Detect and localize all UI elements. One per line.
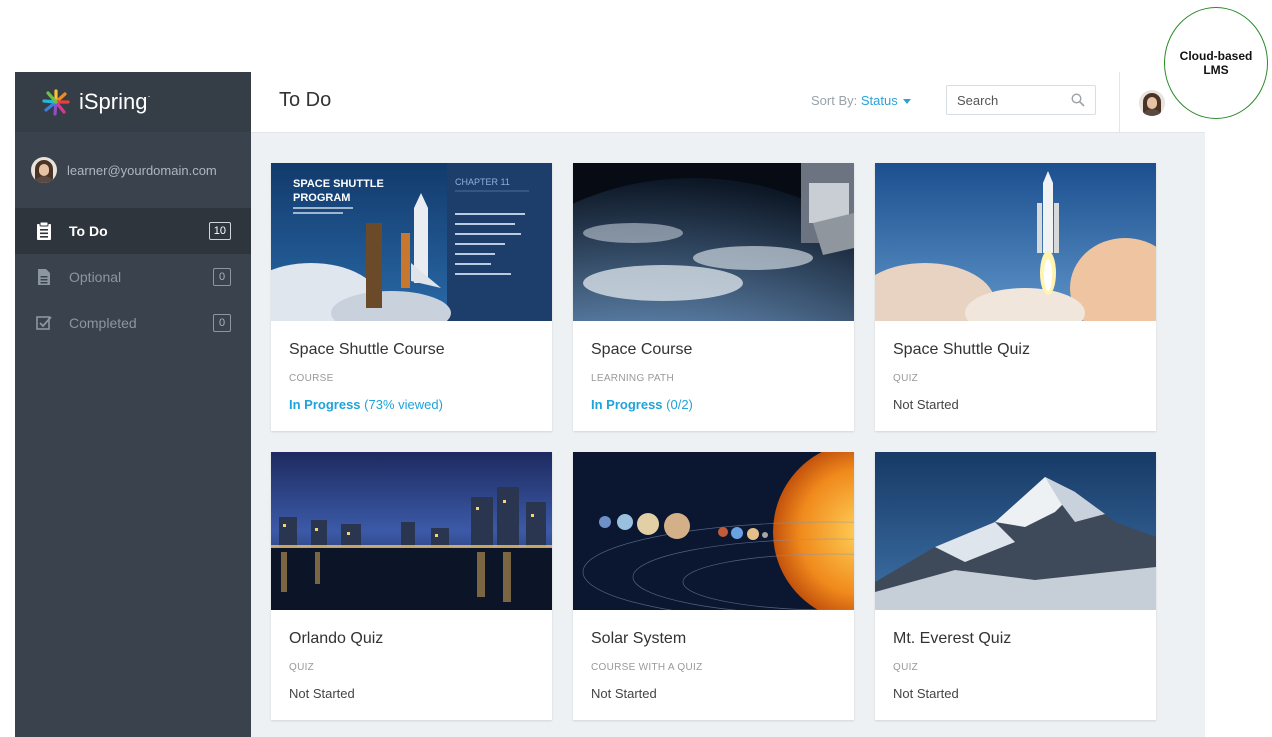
course-card[interactable]: Mt. Everest Quiz QUIZ Not Started xyxy=(875,452,1156,720)
course-thumbnail: SPACE SHUTTLE PROGRAM CHAPTER 11 xyxy=(271,163,552,321)
course-card[interactable]: Space Shuttle Quiz QUIZ Not Started xyxy=(875,163,1156,431)
card-status: Not Started xyxy=(289,686,355,701)
course-thumbnail xyxy=(875,163,1156,321)
sidebar: iSpring· learner@yourdomain.com To Do 10… xyxy=(15,72,251,737)
optional-count-badge: 0 xyxy=(213,268,231,286)
completed-count-badge: 0 xyxy=(213,314,231,332)
card-type: QUIZ xyxy=(289,662,315,673)
card-status: In Progress (73% viewed) xyxy=(289,397,443,412)
profile-avatar[interactable] xyxy=(1139,90,1165,116)
todo-count-badge: 10 xyxy=(208,222,231,240)
course-card[interactable]: Orlando Quiz QUIZ Not Started xyxy=(271,452,552,720)
course-thumbnail xyxy=(573,452,854,610)
sidebar-item-label: To Do xyxy=(69,223,108,239)
sidebar-item-todo[interactable]: To Do 10 xyxy=(15,208,251,254)
sort-value: Status xyxy=(860,93,898,108)
card-title: Solar System xyxy=(591,630,687,647)
card-title: Space Course xyxy=(591,341,693,358)
sidebar-nav: To Do 10 Optional 0 Completed 0 xyxy=(15,208,251,346)
search-box xyxy=(946,85,1096,115)
card-type: COURSE xyxy=(289,373,334,384)
course-thumbnail xyxy=(271,452,552,610)
brand-name: iSpring· xyxy=(79,89,151,114)
document-icon xyxy=(35,267,53,287)
course-card[interactable]: Solar System COURSE WITH A QUIZ Not Star… xyxy=(573,452,854,720)
course-card[interactable]: Space Course LEARNING PATH In Progress (… xyxy=(573,163,854,431)
course-card[interactable]: SPACE SHUTTLE PROGRAM CHAPTER 11 Space S… xyxy=(271,163,552,431)
card-status: Not Started xyxy=(893,397,959,412)
card-type: QUIZ xyxy=(893,373,919,384)
header-bar: To Do Sort By: Status xyxy=(251,72,1205,133)
page-title: To Do xyxy=(279,89,332,111)
card-title: Orlando Quiz xyxy=(289,630,384,647)
lms-app: iSpring· learner@yourdomain.com To Do 10… xyxy=(15,72,1205,737)
sidebar-item-label: Optional xyxy=(69,269,122,285)
caret-down-icon xyxy=(902,99,911,105)
sort-dropdown[interactable]: Status xyxy=(861,93,911,108)
card-title: Space Shuttle Quiz xyxy=(893,341,1030,358)
search-input[interactable] xyxy=(947,86,1077,114)
card-type: COURSE WITH A QUIZ xyxy=(591,662,703,673)
course-thumbnail xyxy=(875,452,1156,610)
card-status: Not Started xyxy=(591,686,657,701)
search-icon[interactable] xyxy=(1071,93,1085,107)
user-info[interactable]: learner@yourdomain.com xyxy=(15,132,251,208)
clipboard-icon xyxy=(35,221,53,241)
slide-title-line1: SPACE SHUTTLE xyxy=(293,178,384,190)
user-avatar xyxy=(31,157,57,183)
card-status: In Progress (0/2) xyxy=(591,397,693,412)
card-title: Mt. Everest Quiz xyxy=(893,630,1012,647)
user-email: learner@yourdomain.com xyxy=(67,162,217,178)
card-type: QUIZ xyxy=(893,662,919,673)
card-title: Space Shuttle Course xyxy=(289,341,445,358)
slide-chapter: CHAPTER 11 xyxy=(455,177,510,187)
sort-control: Sort By: Status xyxy=(811,93,911,108)
badge-text: Cloud-based LMS xyxy=(1179,49,1253,77)
sidebar-item-optional[interactable]: Optional 0 xyxy=(15,254,251,300)
ispring-logo-icon xyxy=(42,89,70,116)
course-thumbnail xyxy=(573,163,854,321)
card-type: LEARNING PATH xyxy=(591,373,674,384)
card-status: Not Started xyxy=(893,686,959,701)
sidebar-item-label: Completed xyxy=(69,315,137,331)
sidebar-item-completed[interactable]: Completed 0 xyxy=(15,300,251,346)
cloud-lms-badge: Cloud-based LMS xyxy=(1164,7,1268,119)
checkbox-icon xyxy=(35,313,53,333)
logo-bar[interactable]: iSpring· xyxy=(15,72,251,132)
slide-title-line2: PROGRAM xyxy=(293,192,350,204)
header-divider xyxy=(1119,72,1120,132)
sort-label: Sort By: xyxy=(811,93,858,108)
